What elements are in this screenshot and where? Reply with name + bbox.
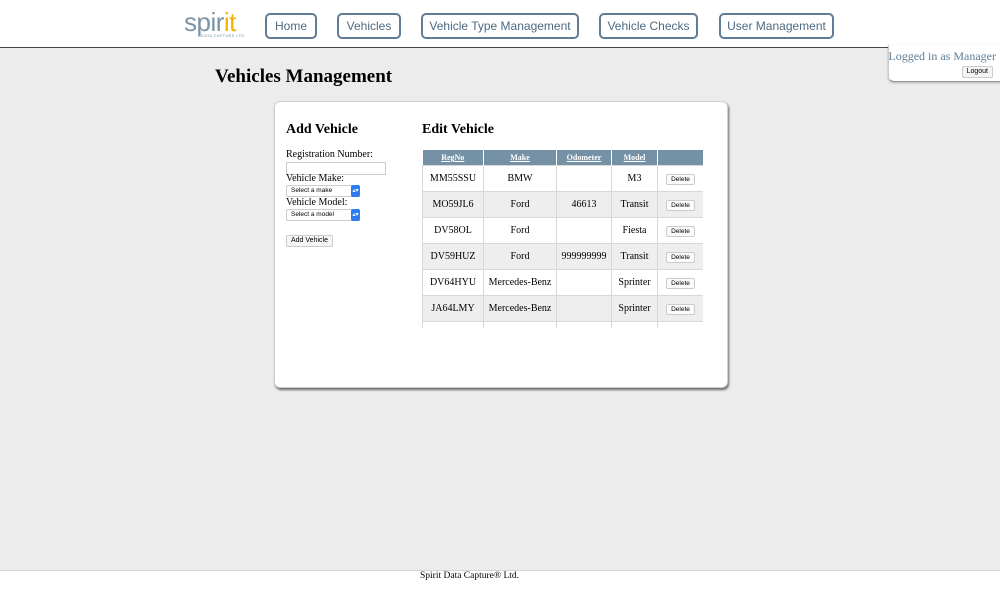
vehicle-make-label: Vehicle Make: bbox=[286, 173, 345, 184]
logo-tagline: DATA CAPTURE LTD. bbox=[201, 33, 246, 38]
table-row: MO59JL6 Ford 46613 Transit Delete bbox=[422, 191, 703, 218]
cell-make: Mercedes-Benz bbox=[483, 295, 557, 322]
nav-home-button[interactable]: Home bbox=[265, 13, 317, 39]
table-row: DV64HYU Mercedes-Benz Sprinter Delete bbox=[422, 269, 703, 296]
cell-odometer bbox=[556, 295, 612, 322]
cell-make: BMW bbox=[483, 165, 557, 192]
delete-button[interactable]: Delete bbox=[666, 173, 695, 185]
cell-model: Sprinter bbox=[611, 295, 658, 322]
page-title: Vehicles Management bbox=[215, 66, 393, 87]
logout-button[interactable]: Logout bbox=[961, 66, 993, 78]
cell-regno: MO59JL6 bbox=[422, 191, 484, 218]
login-status-box: Logged in as Manager Logout bbox=[888, 45, 1000, 82]
cell-actions bbox=[657, 321, 703, 328]
login-status-text: Logged in as Manager bbox=[888, 49, 996, 63]
table-row bbox=[422, 321, 703, 328]
cell-model: Transit bbox=[611, 191, 658, 218]
cell-make: Ford bbox=[483, 217, 557, 244]
table-row: JA64LMY Mercedes-Benz Sprinter Delete bbox=[422, 295, 703, 322]
delete-button[interactable]: Delete bbox=[666, 225, 695, 237]
column-header-make[interactable]: Make bbox=[483, 150, 557, 166]
cell-regno: JA64LMY bbox=[422, 295, 484, 322]
delete-button[interactable]: Delete bbox=[666, 277, 695, 289]
cell-odometer: 999999999 bbox=[556, 243, 612, 270]
column-header-model[interactable]: Model bbox=[611, 150, 658, 166]
select-arrows-icon: ▴▾ bbox=[351, 209, 360, 221]
footer-copyright: Spirit Data Capture® Ltd. bbox=[420, 571, 520, 581]
cell-model: Fiesta bbox=[611, 217, 658, 244]
nav-vehicle-checks-button[interactable]: Vehicle Checks bbox=[599, 13, 698, 39]
cell-odometer bbox=[556, 217, 612, 244]
cell-odometer: 46613 bbox=[556, 191, 612, 218]
registration-number-label: Registration Number: bbox=[286, 149, 373, 160]
nav-user-management-button[interactable]: User Management bbox=[719, 13, 834, 39]
spirit-logo[interactable]: spirit DATA CAPTURE LTD. bbox=[184, 9, 246, 40]
table-row: DV58OL Ford Fiesta Delete bbox=[422, 217, 703, 244]
table-header-row: RegNo Make Odometer Model bbox=[422, 150, 703, 166]
table-row: DV59HUZ Ford 999999999 Transit Delete bbox=[422, 243, 703, 270]
cell-actions: Delete bbox=[657, 217, 703, 244]
delete-button[interactable]: Delete bbox=[666, 251, 695, 263]
cell-model: Sprinter bbox=[611, 269, 658, 296]
cell-regno: DV59HUZ bbox=[422, 243, 484, 270]
cell-actions: Delete bbox=[657, 165, 703, 192]
cell-model bbox=[611, 321, 658, 328]
cell-regno: DV58OL bbox=[422, 217, 484, 244]
cell-make bbox=[483, 321, 557, 328]
vehicles-table: RegNo Make Odometer Model MM55SSU BMW M3… bbox=[422, 150, 703, 328]
add-vehicle-heading: Add Vehicle bbox=[286, 122, 358, 137]
vehicles-panel: Add Vehicle Registration Number: Vehicle… bbox=[274, 101, 728, 388]
vehicle-model-selected-value: Select a model bbox=[291, 211, 334, 218]
cell-model: Transit bbox=[611, 243, 658, 270]
delete-button[interactable]: Delete bbox=[666, 199, 695, 211]
vehicle-model-label: Vehicle Model: bbox=[286, 197, 348, 208]
cell-odometer bbox=[556, 269, 612, 296]
vehicle-make-select[interactable]: Select a make ▴▾ bbox=[286, 185, 360, 197]
column-header-regno[interactable]: RegNo bbox=[422, 150, 484, 166]
cell-odometer bbox=[556, 165, 612, 192]
table-row: MM55SSU BMW M3 Delete bbox=[422, 165, 703, 192]
cell-actions: Delete bbox=[657, 191, 703, 218]
top-navigation-bar: spirit DATA CAPTURE LTD. Home Vehicles V… bbox=[0, 0, 1000, 48]
nav-vehicles-button[interactable]: Vehicles bbox=[337, 13, 401, 39]
vehicle-model-select[interactable]: Select a model ▴▾ bbox=[286, 209, 360, 221]
cell-actions: Delete bbox=[657, 269, 703, 296]
cell-make: Ford bbox=[483, 191, 557, 218]
footer: Spirit Data Capture® Ltd. bbox=[0, 571, 1000, 589]
cell-regno bbox=[422, 321, 484, 328]
delete-button[interactable]: Delete bbox=[666, 303, 695, 315]
add-vehicle-button[interactable]: Add Vehicle bbox=[286, 235, 333, 247]
cell-actions: Delete bbox=[657, 295, 703, 322]
column-header-actions bbox=[657, 150, 703, 166]
cell-model: M3 bbox=[611, 165, 658, 192]
select-arrows-icon: ▴▾ bbox=[351, 185, 360, 197]
nav-vehicle-type-management-button[interactable]: Vehicle Type Management bbox=[421, 13, 579, 39]
cell-odometer bbox=[556, 321, 612, 328]
cell-make: Mercedes-Benz bbox=[483, 269, 557, 296]
cell-actions: Delete bbox=[657, 243, 703, 270]
cell-regno: DV64HYU bbox=[422, 269, 484, 296]
vehicles-table-scroll-area[interactable]: RegNo Make Odometer Model MM55SSU BMW M3… bbox=[422, 150, 703, 328]
cell-regno: MM55SSU bbox=[422, 165, 484, 192]
cell-make: Ford bbox=[483, 243, 557, 270]
edit-vehicle-heading: Edit Vehicle bbox=[422, 122, 494, 137]
column-header-odometer[interactable]: Odometer bbox=[556, 150, 612, 166]
vehicle-make-selected-value: Select a make bbox=[291, 187, 333, 194]
